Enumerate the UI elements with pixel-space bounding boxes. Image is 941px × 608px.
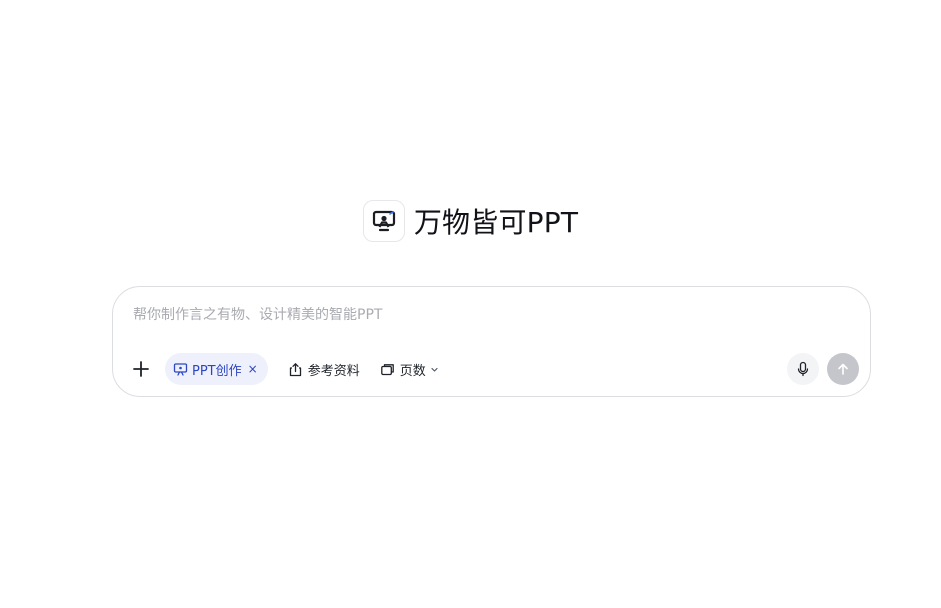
presentation-icon (173, 362, 188, 377)
prompt-composer: PPT创作 × 参考资料 页 (112, 286, 871, 397)
reference-material-label: 参考资料 (307, 363, 360, 379)
presentation-person-icon (372, 210, 395, 232)
arrow-up-icon (838, 363, 848, 375)
ppt-create-chip-close-icon[interactable]: × (248, 362, 258, 376)
page-count-dropdown[interactable]: 页数 (370, 353, 449, 385)
ppt-create-chip[interactable]: PPT创作 × (165, 353, 268, 385)
composer-actions (787, 353, 859, 385)
composer-toolbar: PPT创作 × 参考资料 页数 (127, 353, 449, 385)
plus-icon (133, 361, 149, 377)
page: 万物皆可PPT PPT创作 × (0, 0, 941, 608)
voice-input-button[interactable] (787, 353, 819, 385)
hero-header: 万物皆可PPT (0, 200, 941, 242)
upload-icon (288, 362, 303, 377)
add-attachment-button[interactable] (127, 355, 155, 383)
microphone-icon (797, 361, 809, 377)
hero-title: 万物皆可PPT (413, 206, 579, 239)
pages-icon (380, 362, 395, 377)
send-button[interactable] (827, 353, 859, 385)
prompt-input[interactable] (133, 307, 833, 323)
reference-material-button[interactable]: 参考资料 (278, 353, 370, 385)
app-logo (362, 200, 405, 242)
chevron-down-icon (430, 365, 439, 374)
page-count-label: 页数 (399, 363, 426, 379)
ppt-create-chip-label: PPT创作 (192, 363, 242, 379)
